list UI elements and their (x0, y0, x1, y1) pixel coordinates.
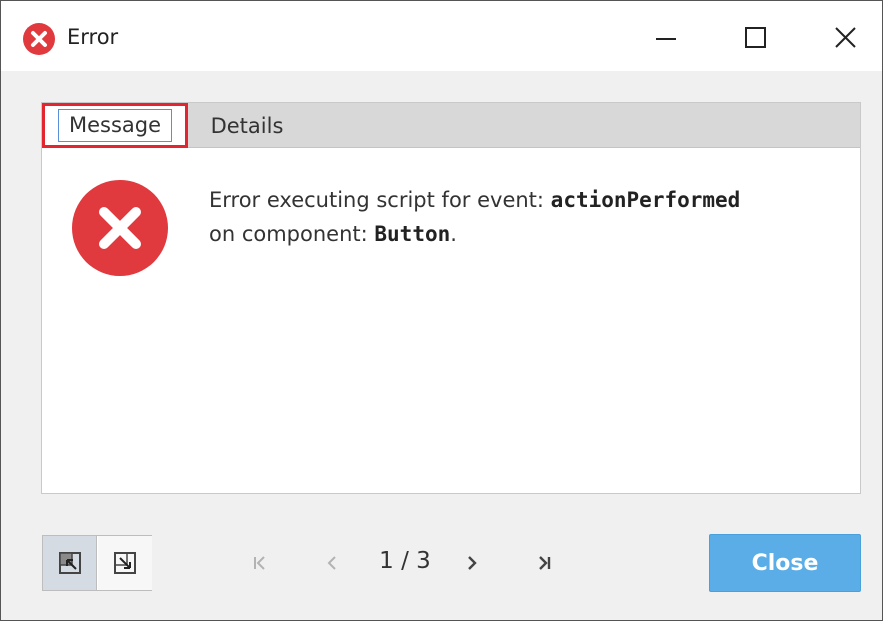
error-message: Error executing script for event: action… (209, 183, 829, 251)
expand-view-button[interactable] (98, 536, 152, 590)
tab-message[interactable]: Message (42, 103, 188, 148)
first-page-button[interactable] (245, 546, 275, 580)
tab-bar: Message Details (42, 103, 860, 148)
last-page-button[interactable] (529, 546, 559, 580)
error-dialog: Error Message Details Error executing sc… (0, 0, 883, 621)
error-message-line-1: Error executing script for event: action… (209, 183, 829, 217)
message-panel: Message Details Error executing script f… (41, 102, 861, 494)
message-period: . (450, 222, 457, 246)
component-name: Button (374, 222, 451, 246)
window-close-button[interactable] (823, 19, 869, 57)
component-prefix-text: on component: (209, 222, 375, 246)
error-circle-icon (23, 23, 55, 55)
view-toggle-group (42, 535, 152, 591)
tab-details[interactable]: Details (192, 103, 302, 148)
window-title: Error (67, 25, 119, 49)
minimize-button[interactable] (643, 19, 689, 57)
close-button[interactable]: Close (709, 534, 861, 592)
collapse-view-button[interactable] (43, 536, 97, 590)
maximize-button[interactable] (732, 19, 778, 57)
previous-page-button[interactable] (317, 546, 347, 580)
event-prefix-text: Error executing script for event: (209, 188, 551, 212)
next-page-button[interactable] (457, 546, 487, 580)
title-bar[interactable]: Error (1, 1, 882, 71)
tab-details-label: Details (210, 113, 284, 138)
error-x-icon (71, 179, 169, 277)
tab-message-label: Message (57, 109, 173, 142)
event-name: actionPerformed (550, 188, 741, 212)
page-counter: 1 / 3 (379, 548, 431, 574)
error-message-line-2: on component: Button. (209, 217, 829, 251)
